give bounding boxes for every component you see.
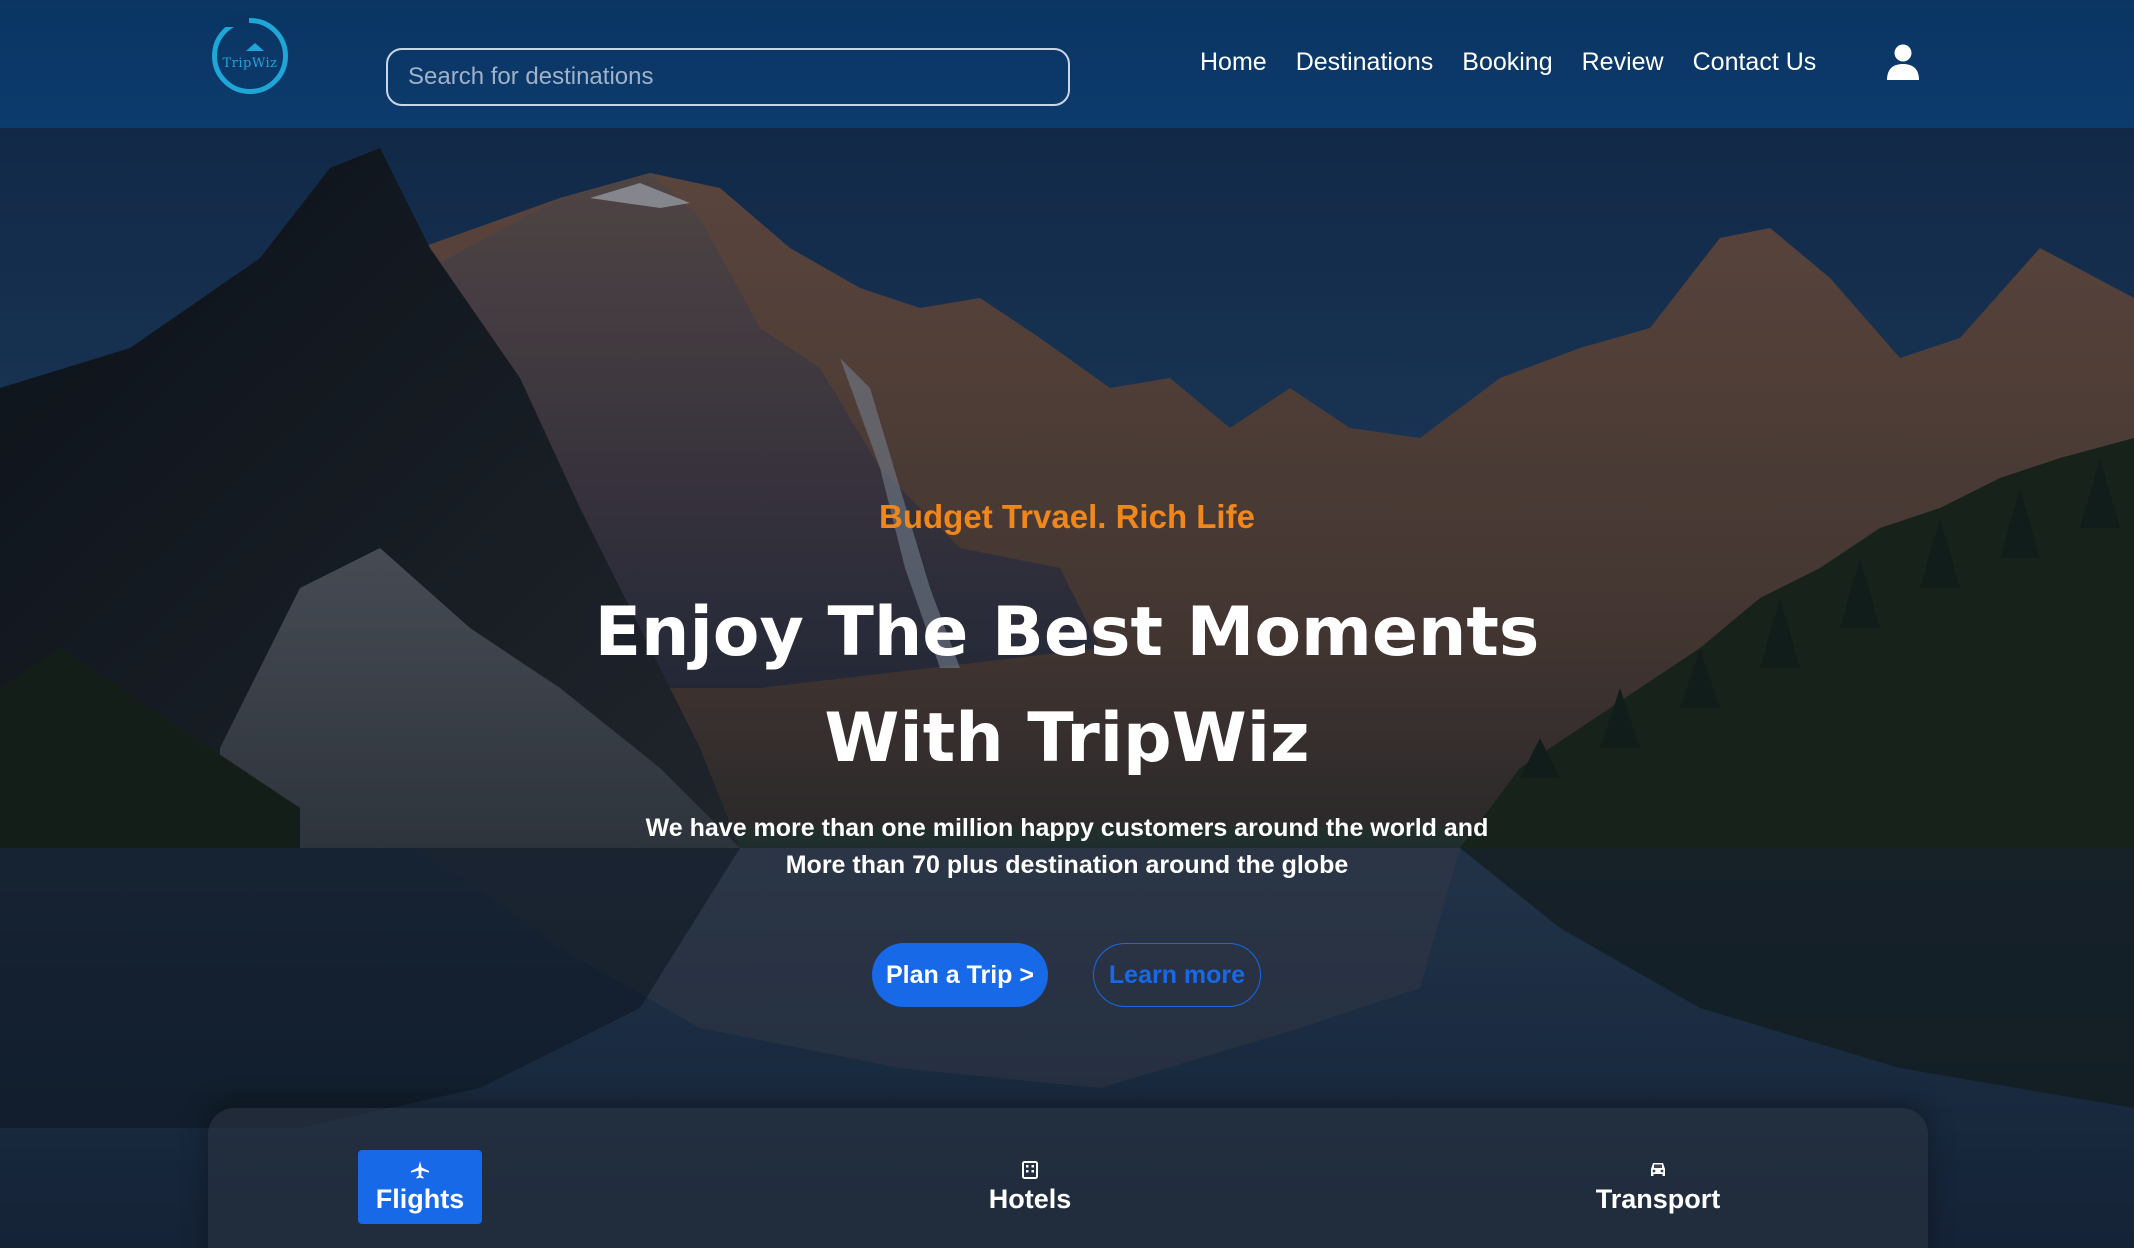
nav-links: Home Destinations Booking Review Contact… <box>1200 40 1845 84</box>
nav-link-review[interactable]: Review <box>1582 48 1664 77</box>
logo-mountain-icon <box>246 43 264 51</box>
tripwiz-logo[interactable]: TripWiz <box>212 13 288 94</box>
plane-icon <box>411 1160 429 1179</box>
user-icon[interactable] <box>1886 44 1920 80</box>
hero-subtext-line2: More than 70 plus destination around the… <box>785 851 1349 879</box>
tab-transport-label: Transport <box>1595 1183 1721 1214</box>
hero-section: Budget Trvael. Rich Life Enjoy The Best … <box>0 128 2134 1248</box>
nav-link-contact-us[interactable]: Contact Us <box>1693 48 1817 77</box>
tab-hotels[interactable]: Hotels <box>980 1150 1080 1224</box>
hero-tagline: Budget Trvael. Rich Life <box>879 498 1255 535</box>
booking-panel: Flights Hotels Transport <box>208 1108 1928 1248</box>
hero-headline: Enjoy The Best Moments With TripWiz <box>0 580 2134 792</box>
hero-headline-line1: Enjoy The Best Moments <box>594 593 1540 672</box>
hero-subtext: We have more than one million happy cust… <box>0 810 2134 884</box>
page: TripWiz Home Destinations Booking Review… <box>0 0 2134 1248</box>
learn-more-button[interactable]: Learn more <box>1093 943 1261 1007</box>
nav-link-booking[interactable]: Booking <box>1462 48 1552 77</box>
plan-a-trip-button[interactable]: Plan a Trip > <box>872 943 1048 1007</box>
hero-headline-line2: With TripWiz <box>824 699 1310 778</box>
logo-text: TripWiz <box>222 55 278 71</box>
building-icon <box>1022 1160 1038 1179</box>
car-icon <box>1651 1162 1665 1176</box>
tab-flights[interactable]: Flights <box>358 1150 482 1224</box>
tab-transport[interactable]: Transport <box>1588 1150 1728 1224</box>
navbar: TripWiz Home Destinations Booking Review… <box>0 0 2134 128</box>
nav-link-destinations[interactable]: Destinations <box>1296 48 1434 77</box>
nav-link-home[interactable]: Home <box>1200 48 1267 77</box>
tab-flights-label: Flights <box>375 1183 465 1214</box>
tab-hotels-label: Hotels <box>988 1183 1072 1214</box>
search-input[interactable] <box>386 48 1070 106</box>
hero-subtext-line1: We have more than one million happy cust… <box>645 814 1489 842</box>
